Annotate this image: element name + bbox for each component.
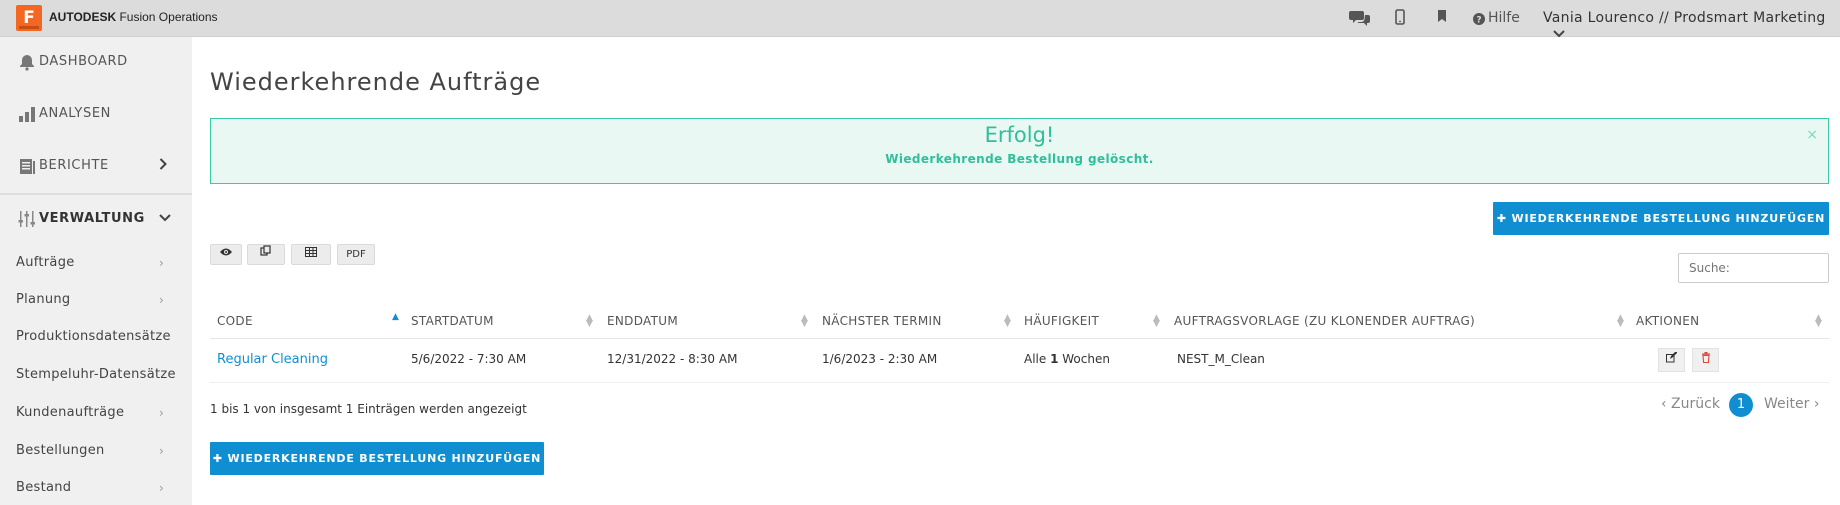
table-icon	[305, 247, 317, 260]
sort-icon[interactable]: ▲ ▼	[1617, 314, 1624, 329]
sidebar-item-bestellungen[interactable]: Bestellungen	[16, 443, 105, 458]
sidebar-item-verwaltung[interactable]: VERWALTUNG	[0, 194, 192, 246]
sort-icon[interactable]: ▲ ▼	[1153, 314, 1160, 329]
sidebar-item-label: DASHBOARD	[39, 54, 128, 69]
bell-icon	[18, 53, 36, 73]
table-cell-naechster-termin: 1/6/2023 - 2:30 AM	[822, 352, 938, 366]
brand-name: AUTODESK Fusion Operations	[49, 10, 218, 24]
document-icon	[18, 157, 36, 177]
help-icon[interactable]: ?	[1473, 11, 1485, 29]
sidebar-item-bestand[interactable]: Bestand	[16, 480, 71, 495]
copy-icon	[260, 245, 272, 260]
sort-icon[interactable]: ▲ ▼	[801, 314, 808, 329]
column-header-aktionen[interactable]: AKTIONEN	[1636, 314, 1699, 328]
eye-icon	[219, 248, 233, 260]
svg-text:?: ?	[1476, 16, 1481, 26]
app-logo[interactable]: F	[16, 5, 42, 31]
top-bar: F AUTODESK Fusion Operations ? Hilfe Van…	[0, 0, 1840, 38]
sidebar-item-stempeluhr[interactable]: Stempeluhr-Datensätze	[16, 367, 176, 382]
sort-icon[interactable]: ▲ ▼	[1004, 314, 1011, 329]
sidebar-item-produktionsdatensaetze[interactable]: Produktionsdatensätze	[16, 329, 171, 344]
table-cell-haeufigkeit: Alle 1 Wochen	[1024, 352, 1110, 366]
mobile-icon[interactable]	[1395, 9, 1405, 29]
bar-chart-icon	[18, 105, 36, 125]
column-header-code[interactable]: CODE	[217, 314, 253, 328]
table-cell-enddatum: 12/31/2022 - 8:30 AM	[607, 352, 738, 366]
column-header-startdatum[interactable]: STARTDATUM	[411, 314, 494, 328]
delete-button[interactable]	[1692, 348, 1719, 372]
chevron-right-icon: ›	[159, 481, 164, 495]
sidebar-item-label: VERWALTUNG	[39, 211, 145, 226]
table-cell-code: Regular Cleaning	[217, 352, 328, 367]
logo-letter: F	[23, 8, 35, 28]
chat-icon[interactable]	[1349, 9, 1371, 31]
chevron-right-icon: ›	[159, 293, 164, 307]
alert-title: Erfolg!	[984, 123, 1055, 147]
pdf-export-button[interactable]: PDF	[337, 244, 375, 265]
add-recurring-order-button-bottom[interactable]: ✚ WIEDERKEHRENDE BESTELLUNG HINZUFÜGEN	[210, 442, 544, 475]
chevron-down-icon	[159, 211, 171, 226]
user-menu[interactable]: Vania Lourenco // Prodsmart Marketing	[1543, 10, 1840, 42]
sidebar-item-berichte[interactable]: BERICHTE	[0, 141, 192, 193]
close-icon[interactable]: ×	[1806, 127, 1818, 143]
chevron-down-icon	[1553, 26, 1565, 42]
add-recurring-order-button[interactable]: ✚ WIEDERKEHRENDE BESTELLUNG HINZUFÜGEN	[1493, 202, 1829, 235]
pagination-prev[interactable]: ‹ Zurück	[1661, 396, 1720, 412]
sort-icon[interactable]: ▲ ▼	[586, 314, 593, 329]
chevron-right-icon: ›	[159, 406, 164, 420]
edit-button[interactable]	[1658, 348, 1685, 372]
edit-icon	[1666, 351, 1678, 366]
table-info: 1 bis 1 von insgesamt 1 Einträgen werden…	[210, 402, 527, 416]
column-visibility-button[interactable]	[210, 244, 242, 265]
chevron-right-icon: ›	[159, 444, 164, 458]
sliders-icon	[18, 210, 36, 230]
table-cell-startdatum: 5/6/2022 - 7:30 AM	[411, 352, 527, 366]
success-alert: Erfolg! Wiederkehrende Bestellung gelösc…	[210, 118, 1829, 184]
frequency-prefix: Alle	[1024, 352, 1051, 366]
sidebar-item-kundenauftraege[interactable]: Kundenaufträge	[16, 405, 124, 420]
sidebar-item-planung[interactable]: Planung	[16, 292, 71, 307]
search-input[interactable]	[1678, 253, 1829, 283]
sort-icon[interactable]: ▲ ▼	[1815, 314, 1822, 329]
alert-message: Wiederkehrende Bestellung gelöscht.	[885, 152, 1154, 166]
sidebar-item-label: BERICHTE	[39, 158, 109, 173]
bookmark-icon[interactable]	[1437, 9, 1447, 27]
brand-bold: AUTODESK	[49, 10, 117, 24]
sidebar-item-label: ANALYSEN	[39, 106, 111, 121]
sidebar: DASHBOARD ANALYSEN BERICHTE VERWALTUNG A…	[0, 37, 192, 505]
chevron-right-icon: ›	[159, 256, 164, 270]
frequency-unit: Wochen	[1058, 352, 1110, 366]
sort-asc-icon[interactable]: ▲	[392, 313, 399, 322]
copy-button[interactable]	[247, 244, 285, 265]
column-header-enddatum[interactable]: ENDDATUM	[607, 314, 678, 328]
table-row-divider	[210, 382, 1829, 383]
sidebar-item-dashboard[interactable]: DASHBOARD	[0, 37, 192, 89]
table-cell-auftragsvorlage: NEST_M_Clean	[1177, 352, 1265, 366]
pagination-page[interactable]: 1	[1729, 393, 1753, 417]
column-header-auftragsvorlage[interactable]: AUFTRAGSVORLAGE (ZU KLONENDER AUFTRAG)	[1174, 314, 1475, 328]
chevron-right-icon	[159, 158, 167, 174]
sidebar-item-analysen[interactable]: ANALYSEN	[0, 89, 192, 141]
column-header-naechster-termin[interactable]: NÄCHSTER TERMIN	[822, 314, 942, 328]
sidebar-item-auftraege[interactable]: Aufträge	[16, 255, 75, 270]
pagination-next[interactable]: Weiter ›	[1764, 396, 1819, 412]
trash-icon	[1701, 352, 1711, 366]
table-header-divider	[210, 338, 1829, 339]
help-link[interactable]: Hilfe	[1488, 10, 1520, 26]
column-header-haeufigkeit[interactable]: HÄUFIGKEIT	[1024, 314, 1099, 328]
excel-export-button[interactable]	[291, 244, 331, 265]
brand-rest: Fusion Operations	[116, 10, 218, 24]
page-title: Wiederkehrende Aufträge	[210, 68, 542, 96]
order-code-link[interactable]: Regular Cleaning	[217, 352, 328, 367]
user-name: Vania Lourenco // Prodsmart Marketing	[1543, 10, 1826, 26]
